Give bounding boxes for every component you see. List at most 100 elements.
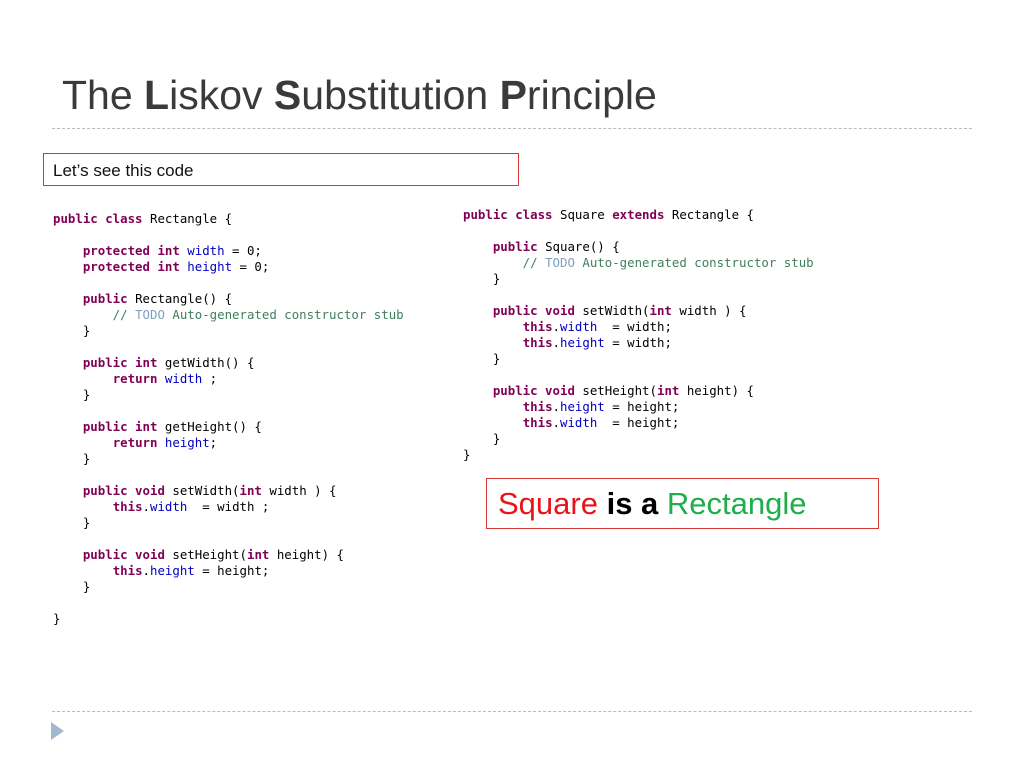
code-token: int — [239, 483, 270, 498]
code-token: } — [53, 387, 91, 402]
code-token: protected int — [82, 259, 188, 274]
code-token: this — [522, 415, 553, 430]
code-token: Rectangle() { — [135, 291, 233, 306]
code-token: getHeight() { — [164, 419, 262, 434]
code-line: } — [53, 611, 404, 627]
code-token: height — [560, 335, 605, 350]
code-token: } — [53, 515, 91, 530]
code-token: height — [187, 259, 233, 274]
footer-divider — [52, 711, 972, 712]
code-token: Rectangle { — [149, 211, 233, 226]
code-token: } — [53, 451, 91, 466]
code-line: this.width = width; — [463, 319, 814, 335]
title-text: S — [273, 72, 302, 118]
code-token: width — [164, 371, 203, 386]
code-token: width — [560, 415, 598, 430]
code-token: width ) { — [269, 483, 337, 498]
title-text: ubstitution — [301, 72, 500, 118]
code-token: = width; — [604, 335, 672, 350]
code-line: this.height = height; — [53, 563, 404, 579]
code-line: // TODO Auto-generated constructor stub — [463, 255, 814, 271]
code-token: setWidth( — [172, 483, 240, 498]
code-token: int — [246, 547, 277, 562]
code-token: this — [112, 563, 143, 578]
code-line: public Rectangle() { — [53, 291, 404, 307]
code-token: = height; — [604, 399, 680, 414]
code-token: . — [552, 335, 560, 350]
intro-note-box: Let’s see this code — [43, 153, 519, 186]
code-token: . — [552, 319, 560, 334]
code-token: ; — [209, 435, 218, 450]
code-token: height — [560, 399, 605, 414]
code-token: } — [463, 431, 501, 446]
callout-square: Square — [498, 486, 598, 521]
code-token: } — [463, 447, 471, 462]
code-line: public int getWidth() { — [53, 355, 404, 371]
code-token: return — [112, 371, 165, 386]
code-token: int — [649, 303, 680, 318]
title-divider — [52, 128, 972, 129]
code-line: public int getHeight() { — [53, 419, 404, 435]
title-text: iskov — [169, 72, 274, 118]
code-token: } — [463, 271, 501, 286]
slide-title: The Liskov Substitution Principle — [62, 72, 657, 119]
code-token: . — [142, 563, 150, 578]
code-token: // — [53, 307, 136, 322]
callout-box: Square is a Rectangle — [486, 478, 879, 529]
code-token: public class — [53, 211, 150, 226]
code-token: public void — [492, 303, 583, 318]
code-token: } — [53, 323, 91, 338]
code-line: this.height = height; — [463, 399, 814, 415]
code-token: width — [150, 499, 188, 514]
rectangle-code-block: public class Rectangle { protected int w… — [53, 211, 404, 627]
code-token: Rectangle { — [671, 207, 754, 222]
code-token: Auto-generated constructor stub — [164, 307, 404, 322]
code-token: Square — [559, 207, 613, 222]
code-line: public class Square extends Rectangle { — [463, 207, 814, 223]
code-token: height — [150, 563, 195, 578]
code-token: = width; — [597, 319, 672, 334]
code-line: } — [53, 323, 404, 339]
code-line: } — [463, 431, 814, 447]
code-token: this — [522, 335, 553, 350]
code-token: TODO — [135, 307, 165, 322]
code-token: height) { — [276, 547, 344, 562]
code-line: public Square() { — [463, 239, 814, 255]
code-line: public void setWidth(int width ) { — [463, 303, 814, 319]
code-line: public void setWidth(int width ) { — [53, 483, 404, 499]
square-code-block: public class Square extends Rectangle { … — [463, 207, 814, 463]
title-text: L — [144, 72, 170, 118]
code-token: height — [164, 435, 210, 450]
code-token: public void — [492, 383, 583, 398]
code-token: width ) { — [679, 303, 747, 318]
bullet-arrow-icon — [51, 722, 64, 740]
code-line: protected int height = 0; — [53, 259, 404, 275]
code-line: this.width = height; — [463, 415, 814, 431]
code-token: Auto-generated constructor stub — [574, 255, 814, 270]
code-token: = height; — [194, 563, 270, 578]
callout-is-a: is a — [597, 486, 667, 521]
code-line: } — [53, 387, 404, 403]
